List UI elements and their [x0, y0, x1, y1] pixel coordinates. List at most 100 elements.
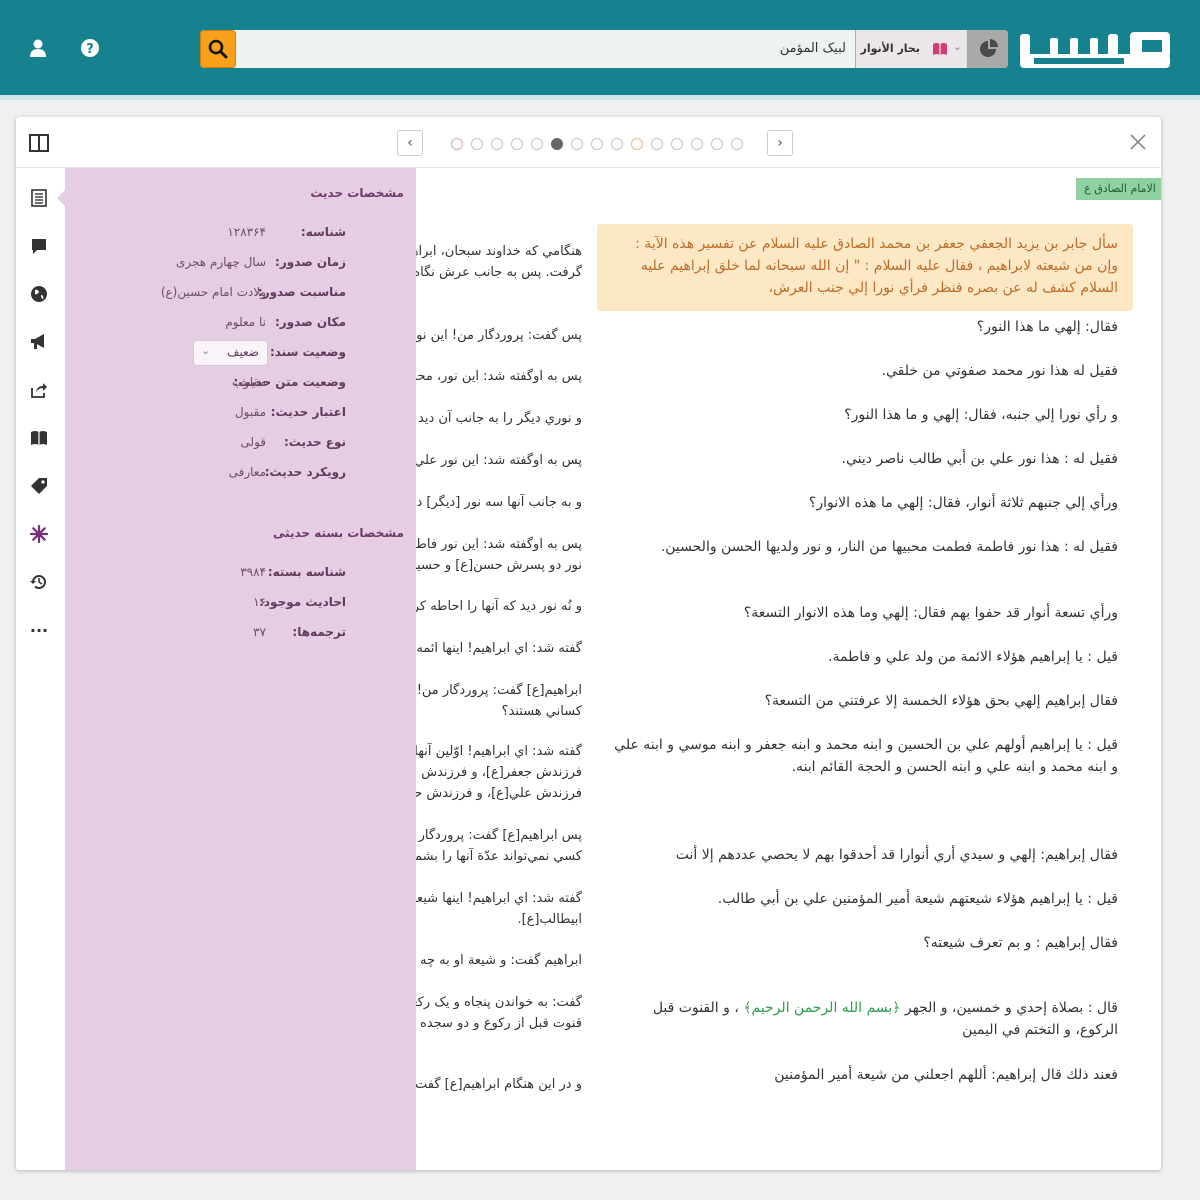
quran-quote: ﴿بسم الله الرحمن الرحيم﴾: [743, 1000, 901, 1016]
arabic-line: ورأي تسعة أنوار قد حفوا بهم فقال: إلهي و…: [743, 605, 1118, 621]
property-value: مقبول: [234, 405, 266, 419]
chevron-left-icon: ‹: [407, 135, 413, 151]
pagination-dot[interactable]: [611, 138, 623, 150]
sanad-status-dropdown[interactable]: ضعیف ⌄: [193, 340, 268, 366]
close-icon[interactable]: [1129, 133, 1147, 155]
share-icon[interactable]: [29, 380, 49, 400]
card-toolbar: ‹ ›: [16, 117, 1161, 168]
pagination-dot[interactable]: [511, 138, 523, 150]
hadith-properties-title: مشخصات حدیث: [310, 186, 404, 200]
property-value: نا معلوم: [225, 315, 266, 329]
chevron-right-icon: ›: [777, 135, 783, 151]
arabic-line: ورأي إلي جنبهم ثلاثة أنوار، فقال: إلهي م…: [808, 495, 1118, 511]
arabic-line: فقيل له هذا نور محمد صفوتي من خلقي.: [881, 363, 1118, 379]
persian-translation-column: هنگامي که خداوند سبحان، ابراهیم را آفرید…: [416, 168, 587, 1170]
pagination-dot[interactable]: [571, 138, 583, 150]
arabic-line: قيل : يا إبراهيم أولهم علي بن الحسين و ا…: [614, 737, 1118, 775]
imam-badge: الامام الصادق ع: [1076, 178, 1161, 200]
pagination-dot[interactable]: [531, 138, 543, 150]
persian-line: هنگامي که خداوند سبحان، ابراهیم را آفرید: [416, 244, 582, 259]
tag-icon[interactable]: [29, 476, 49, 496]
persian-line: گفت: به خواندن پنجاه و يک رکعت: [416, 995, 582, 1010]
arabic-line: قيل : يا إبراهيم هؤلاء الائمة من ولد علي…: [828, 649, 1118, 665]
more-icon[interactable]: ···: [29, 620, 49, 640]
arabic-line: فقال: إلهي ما هذا النور؟: [976, 319, 1118, 335]
property-row: شناسه بسته: ۳۹۸۴: [65, 565, 416, 585]
arabic-line: فقيل له : هذا نور فاطمة فطمت محبيها من ا…: [660, 539, 1118, 555]
property-key: مناسبت صدور:: [257, 285, 346, 299]
search-bar: لبیک المؤمن بحار الأنوار ⌄: [200, 30, 1008, 68]
persian-line: و نُه نور ديد که آنها را احاطه کرده اند: [416, 599, 582, 614]
app-header: لبیک المؤمن بحار الأنوار ⌄ ?: [0, 0, 1200, 100]
hadith-card: ‹ › ··· مشخصات حدیث شناسه: ۱۲۸۳۶۴ زمان ص…: [16, 117, 1161, 1170]
svg-text:?: ?: [86, 42, 94, 57]
property-key: احادیث موجود:: [259, 595, 346, 609]
prev-button[interactable]: ‹: [397, 130, 423, 156]
persian-line: گفته شد: اي ابراهيم! اوّلين آنها: [416, 744, 582, 759]
document-list-icon[interactable]: [29, 188, 49, 208]
property-key: وضعیت سند:: [269, 345, 346, 359]
persian-line: فرزندش جعفر[ع]، و فرزندش موسي: [416, 765, 582, 780]
next-button[interactable]: ›: [767, 130, 793, 156]
persian-line: گرفت. پس به جانب عرش نگاه کرد: [416, 265, 582, 280]
arabic-line: فقيل له : هذا نور علي بن أبي طالب ناصر د…: [841, 451, 1118, 467]
arabic-line: فعند ذلك قال إبراهيم: أللهم اجعلني من شي…: [774, 1067, 1118, 1083]
pagination-dot[interactable]: [691, 138, 703, 150]
pagination-dot[interactable]: [651, 138, 663, 150]
persian-line: پس ابراهيم[ع] گفت: پروردگار من: [416, 828, 582, 843]
megaphone-icon[interactable]: [29, 332, 49, 352]
persian-line: پس به اوگفته شد: این نور، محمد است: [416, 369, 582, 384]
pagination-dot[interactable]: [731, 138, 743, 150]
book-selector-label: بحار الأنوار: [860, 42, 920, 55]
property-value: سال چهارم هجری: [176, 255, 266, 269]
package-properties-title: مشخصات بسته حدیثی: [272, 526, 404, 540]
property-key: شناسه:: [300, 225, 346, 239]
book-selector[interactable]: بحار الأنوار ⌄: [855, 30, 967, 68]
help-icon[interactable]: ?: [80, 38, 100, 58]
pagination-dot[interactable]: [471, 138, 483, 150]
property-key: رویکرد حدیث:: [264, 465, 346, 479]
pagination-dot[interactable]: [671, 138, 683, 150]
property-value: ۱۶: [253, 595, 266, 609]
hadith-intro: سأل جابر بن يزيد الجعفي جعفر بن محمد الص…: [597, 224, 1133, 311]
flower-icon[interactable]: [29, 524, 49, 544]
pagination-dot[interactable]: [631, 138, 643, 150]
user-icon[interactable]: [28, 38, 48, 58]
property-key: زمان صدور:: [275, 255, 346, 269]
open-book-icon[interactable]: [29, 428, 49, 448]
property-key: اعتبار حدیث:: [270, 405, 346, 419]
search-icon: [208, 39, 228, 59]
pagination-dot[interactable]: [711, 138, 723, 150]
globe-icon[interactable]: [29, 284, 49, 304]
stats-button[interactable]: [967, 30, 1008, 68]
hadith-logo[interactable]: [1020, 32, 1170, 68]
split-view-icon[interactable]: [29, 134, 49, 156]
pagination-dot[interactable]: [551, 138, 563, 150]
pagination-dot[interactable]: [491, 138, 503, 150]
persian-line: گفته شد: اي ابراهيم! اينها ائمه هستند: [416, 641, 582, 656]
hadith-properties-panel: مشخصات حدیث شناسه: ۱۲۸۳۶۴ زمان صدور: سال چه…: [57, 168, 416, 1170]
pagination-dot[interactable]: [591, 138, 603, 150]
persian-line: ابراهيم[ع] گفت: پروردگار من!: [416, 683, 582, 698]
pagination-dot[interactable]: [451, 138, 463, 150]
property-row: احادیث موجود: ۱۶: [65, 595, 416, 615]
search-input[interactable]: لبیک المؤمن: [780, 30, 846, 68]
property-value: ۳۷: [253, 625, 266, 639]
persian-line: ابراهيم گفت: و شيعة او به چه: [420, 953, 582, 968]
arabic-line: قيل : يا إبراهيم هؤلاء شيعتهم شيعة أمير …: [717, 891, 1118, 907]
comment-icon[interactable]: [29, 236, 49, 256]
pie-chart-icon: [979, 39, 998, 57]
persian-line: قنوت قبل از رکوع و دو سجده: [420, 1016, 582, 1031]
history-icon[interactable]: [29, 572, 49, 592]
arabic-line: فقال إبراهيم: إلهي و سيدي أري أنوارا قد …: [675, 847, 1118, 863]
search-button[interactable]: [200, 30, 236, 68]
persian-line: و در اين هنگام ابراهيم[ع] گفت: [416, 1077, 582, 1092]
persian-line: پس به اوگفته شد: اين نور فاطمه است: [416, 537, 582, 552]
persian-line: پس به اوگفته شد: اين نور علي است: [416, 453, 582, 468]
property-value: مقلوب: [232, 375, 266, 389]
persian-line: کساني هستند؟: [501, 704, 582, 719]
chevron-down-icon: ⌄: [952, 40, 962, 53]
arabic-line: فقال إبراهيم إلهي بحق هؤلاء الخمسة إلا ع…: [764, 693, 1118, 709]
persian-line: نور دو پسرش حسن[ع] و حسين[ع] است: [416, 558, 582, 573]
book-icon: [932, 41, 948, 60]
